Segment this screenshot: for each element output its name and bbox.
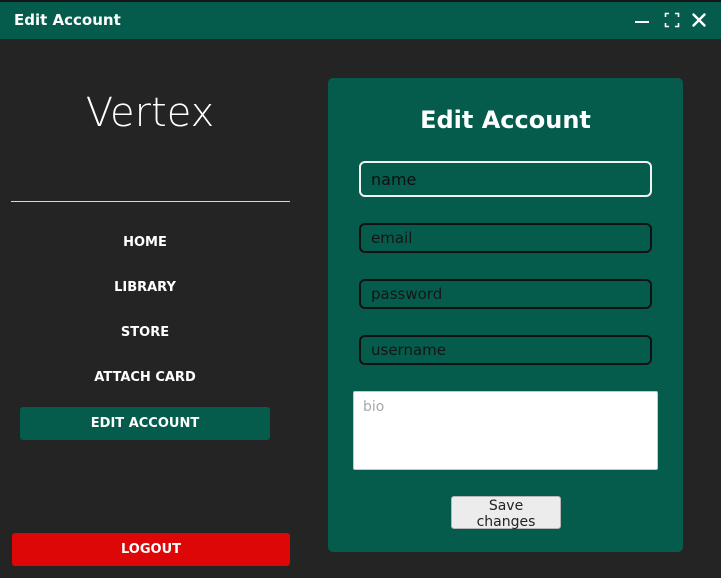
username-field[interactable] [359, 335, 652, 365]
save-button[interactable]: Save changes [451, 496, 561, 530]
sidebar-item-store[interactable]: STORE [20, 316, 270, 349]
close-icon[interactable] [689, 10, 709, 30]
window-titlebar: Edit Account [0, 0, 721, 39]
window-title: Edit Account [14, 11, 121, 29]
sidebar-item-edit-account[interactable]: EDIT ACCOUNT [20, 407, 270, 440]
brand-logo: Vertex [85, 90, 215, 136]
bio-textarea[interactable] [353, 391, 658, 470]
sidebar-item-home[interactable]: HOME [20, 226, 270, 259]
sidebar-divider [11, 201, 290, 202]
edit-account-panel: Edit Account Save changes [328, 78, 683, 552]
logout-button[interactable]: LOGOUT [12, 533, 290, 566]
password-field[interactable] [359, 279, 652, 309]
minimize-icon[interactable] [632, 10, 652, 30]
form-title: Edit Account [420, 106, 591, 134]
email-field[interactable] [359, 223, 652, 253]
maximize-icon[interactable] [662, 10, 682, 30]
sidebar-item-attach-card[interactable]: ATTACH CARD [20, 361, 270, 394]
sidebar-item-library[interactable]: LIBRARY [20, 271, 270, 304]
name-field[interactable] [359, 161, 652, 197]
